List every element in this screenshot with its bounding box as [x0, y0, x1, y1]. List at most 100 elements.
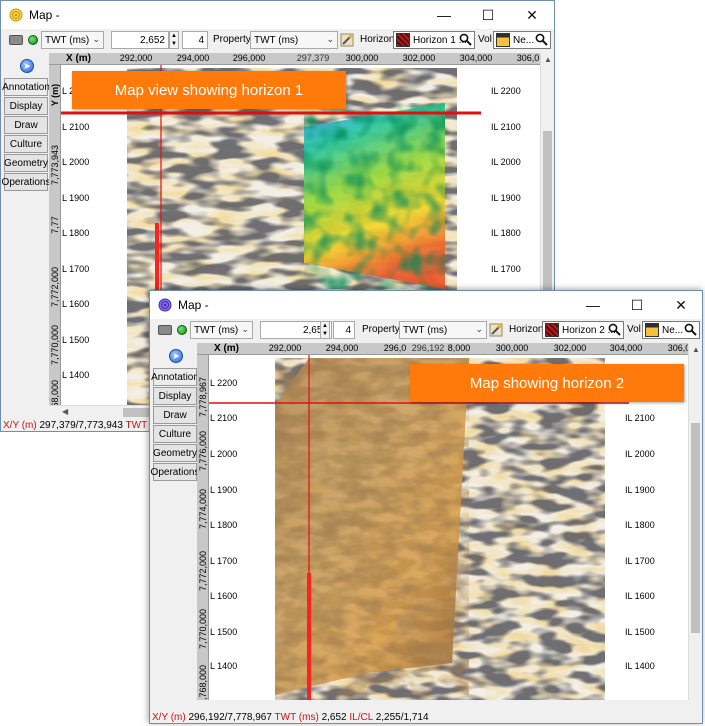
wand-icon[interactable]: [340, 33, 354, 47]
map-app-icon: [9, 8, 23, 22]
status-dot-icon: [28, 35, 38, 45]
tab-draw[interactable]: Draw: [153, 406, 197, 424]
magnifier-icon[interactable]: [608, 323, 621, 336]
domain-select[interactable]: TWT (ms) ⌄: [41, 31, 104, 49]
y-cursor-label: 7,773,943: [50, 144, 61, 186]
camera-icon[interactable]: [158, 325, 172, 335]
property-label: Property: [362, 324, 400, 335]
title-bar[interactable]: Map - — ☐ ✕: [1, 1, 554, 29]
close-icon[interactable]: ✕: [510, 1, 554, 29]
magnifier-icon[interactable]: [684, 323, 697, 336]
tab-display[interactable]: Display: [153, 387, 197, 405]
tab-draw[interactable]: Draw: [4, 116, 48, 134]
tab-geometry[interactable]: Geometry: [4, 154, 48, 172]
domain-select[interactable]: TWT (ms) ⌄: [190, 321, 253, 339]
status-xy-value: 296,192/7,778,967: [188, 712, 272, 723]
inline-label: IL 1900: [491, 193, 521, 203]
magnifier-icon[interactable]: [459, 33, 472, 46]
y-tick-label: 7,776,000: [198, 430, 209, 472]
x-tick-label: 304,000: [459, 53, 493, 63]
window-title: Map -: [178, 298, 209, 312]
callout-horizon-2: Map showing horizon 2: [410, 364, 684, 402]
inline-label: L 1500: [210, 627, 238, 637]
y-tick-label: 7,77: [50, 216, 60, 234]
horizon-label: Horizon: [360, 34, 395, 45]
minimize-icon[interactable]: —: [571, 291, 615, 319]
inline-label: L 2100: [210, 413, 238, 423]
x-tick-label: 300,000: [495, 343, 529, 353]
inline-label: IL 1600: [625, 591, 655, 601]
nav-arrow-icon[interactable]: ➤: [20, 59, 34, 73]
map-window-2: Map - — ☐ ✕ TWT (ms) ⌄ 2,652 ▲ ▼ 4 Propert…: [149, 290, 703, 724]
x-tick-label: 306,0: [667, 343, 688, 353]
volume-swatch-icon: [496, 33, 510, 47]
side-tab-strip: Annotation Display Draw Culture Geometry…: [2, 78, 50, 191]
horizon-select[interactable]: Horizon 1 ...: [393, 31, 475, 49]
tab-annotation[interactable]: Annotation: [2, 78, 50, 96]
y-axis-title: Y (m): [50, 83, 60, 107]
inline-label: IL 1500: [625, 627, 655, 637]
camera-icon[interactable]: [9, 35, 23, 45]
title-bar[interactable]: Map - — ☐ ✕: [150, 291, 702, 319]
inline-label: L 1600: [210, 591, 238, 601]
nav-arrow-icon[interactable]: ➤: [169, 349, 183, 363]
inline-label: IL 1700: [625, 556, 655, 566]
horizon-select[interactable]: Horizon 2 ...: [542, 321, 624, 339]
x-tick-label: 292,000: [268, 343, 302, 353]
y-tick-label: 7,770,000: [198, 608, 209, 650]
status-ilcl-value: 2,255/1,714: [375, 712, 429, 723]
property-select[interactable]: TWT (ms) ⌄: [399, 321, 487, 339]
step-input[interactable]: 4: [333, 321, 355, 339]
inline-label: IL 2100: [625, 413, 655, 423]
x-tick-label: 302,000: [553, 343, 587, 353]
x-tick-label: 292,000: [119, 53, 153, 63]
tab-annotation[interactable]: Annotation: [151, 368, 199, 386]
x-tick-label: 304,000: [609, 343, 643, 353]
tab-operations[interactable]: Operations: [2, 173, 50, 191]
value-spinner[interactable]: ▲ ▼: [320, 321, 330, 339]
vol-label: Vol: [627, 324, 641, 335]
step-input[interactable]: 4: [182, 31, 208, 49]
tab-display[interactable]: Display: [4, 97, 48, 115]
status-twt-value: 2,652: [321, 712, 347, 723]
property-select[interactable]: TWT (ms) ⌄: [250, 31, 338, 49]
maximize-icon[interactable]: ☐: [466, 1, 510, 29]
inline-label: L 1400: [210, 661, 238, 671]
x-axis-title: X (m): [66, 53, 91, 64]
chevron-down-icon: ⌄: [326, 34, 334, 44]
value-input[interactable]: 2,652: [111, 31, 169, 49]
status-xy-value: 297,379/7,773,943: [39, 420, 123, 431]
maximize-icon[interactable]: ☐: [615, 291, 659, 319]
callout-horizon-1: Map view showing horizon 1: [72, 71, 346, 109]
tab-geometry[interactable]: Geometry: [153, 444, 197, 462]
tab-culture[interactable]: Culture: [4, 135, 48, 153]
value-spinner[interactable]: ▲ ▼: [169, 31, 179, 49]
inline-label: L 1800: [210, 520, 238, 530]
y-tick-label: 7,772,000: [50, 266, 61, 308]
wand-icon[interactable]: [489, 323, 503, 337]
tab-culture[interactable]: Culture: [153, 425, 197, 443]
close-icon[interactable]: ✕: [659, 291, 702, 319]
horizon-label: Horizon: [509, 324, 544, 335]
minimize-icon[interactable]: —: [422, 1, 466, 29]
inline-label: IL 1700: [491, 264, 521, 274]
volume-select[interactable]: Ne...: [493, 31, 551, 49]
y-tick-label: 7,770,000: [50, 324, 61, 366]
magnifier-icon[interactable]: [535, 33, 548, 46]
y-tick-label: 7,768,000: [198, 664, 209, 700]
vertical-scrollbar[interactable]: ▲: [688, 343, 702, 700]
horizon-swatch-icon: [396, 33, 410, 47]
x-ruler: X (m) 292,000 294,000 296,000 297,379 30…: [49, 53, 540, 65]
inline-label: L 1400: [62, 370, 90, 380]
volume-select[interactable]: Ne...: [642, 321, 700, 339]
inline-label: L 1700: [62, 264, 90, 274]
map-app-icon: [158, 298, 172, 312]
inline-label: IL 2100: [491, 122, 521, 132]
x-tick-label: 8,000: [447, 343, 471, 353]
inline-label: L 2100: [62, 122, 90, 132]
inline-label: L 1700: [210, 556, 238, 566]
window-title: Map -: [29, 8, 60, 22]
inline-label: L 1500: [62, 335, 90, 345]
tab-operations[interactable]: Operations: [151, 463, 199, 481]
status-bar: X/Y (m) 296,192/7,778,967 TWT (ms) 2,652…: [152, 712, 429, 723]
